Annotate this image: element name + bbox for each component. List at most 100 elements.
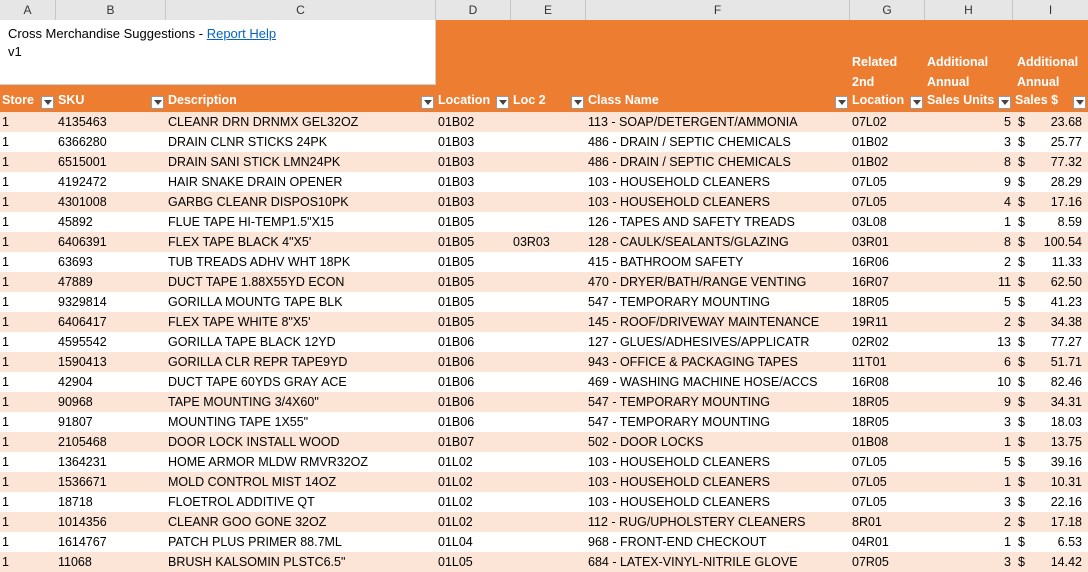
cell-store[interactable]: 1 xyxy=(2,252,54,272)
cell-store[interactable]: 1 xyxy=(2,352,54,372)
table-row[interactable]: 1 1364231 HOME ARMOR MLDW RMVR32OZ 01L02 103… xyxy=(0,452,1088,472)
table-row[interactable]: 1 42904 DUCT TAPE 60YDS GRAY ACE 01B06 469 -… xyxy=(0,372,1088,392)
cell-additional-units[interactable]: 11 xyxy=(925,272,1011,292)
cell-additional-units[interactable]: 1 xyxy=(925,212,1011,232)
cell-store[interactable]: 1 xyxy=(2,432,54,452)
cell-additional-sales[interactable]: 62.50 xyxy=(1030,272,1082,292)
filter-dropdown-icon[interactable] xyxy=(421,96,434,109)
cell-description[interactable]: HOME ARMOR MLDW RMVR32OZ xyxy=(168,452,434,472)
cell-currency-symbol[interactable]: $ xyxy=(1018,192,1030,212)
cell-additional-sales[interactable]: 82.46 xyxy=(1030,372,1082,392)
table-row[interactable]: 1 11068 BRUSH KALSOMIN PLSTC6.5" 01L05 684 -… xyxy=(0,552,1088,572)
cell-loc2[interactable] xyxy=(513,152,584,172)
cell-location[interactable]: 01B06 xyxy=(438,332,509,352)
cell-class-name[interactable]: 103 - HOUSEHOLD CLEANERS xyxy=(588,492,848,512)
cell-additional-units[interactable]: 9 xyxy=(925,392,1011,412)
cell-store[interactable]: 1 xyxy=(2,312,54,332)
cell-currency-symbol[interactable]: $ xyxy=(1018,352,1030,372)
cell-class-name[interactable]: 145 - ROOF/DRIVEWAY MAINTENANCE xyxy=(588,312,848,332)
cell-description[interactable]: TAPE MOUNTING 3/4X60" xyxy=(168,392,434,412)
cell-currency-symbol[interactable]: $ xyxy=(1018,172,1030,192)
cell-additional-units[interactable]: 3 xyxy=(925,412,1011,432)
cell-description[interactable]: FLUE TAPE HI-TEMP1.5"X15 xyxy=(168,212,434,232)
cell-additional-units[interactable]: 5 xyxy=(925,292,1011,312)
cell-store[interactable]: 1 xyxy=(2,372,54,392)
filter-dropdown-icon[interactable] xyxy=(910,96,923,109)
cell-location[interactable]: 01B03 xyxy=(438,132,509,152)
column-letter-b[interactable]: B xyxy=(56,0,166,20)
cell-additional-sales[interactable]: 77.32 xyxy=(1030,152,1082,172)
cell-store[interactable]: 1 xyxy=(2,392,54,412)
cell-additional-sales[interactable]: 34.31 xyxy=(1030,392,1082,412)
cell-class-name[interactable]: 470 - DRYER/BATH/RANGE VENTING xyxy=(588,272,848,292)
cell-related-location[interactable]: 07L05 xyxy=(852,172,923,192)
table-row[interactable]: 1 6406391 FLEX TAPE BLACK 4"X5' 01B05 03R03 1… xyxy=(0,232,1088,252)
column-letter-i[interactable]: I xyxy=(1013,0,1088,20)
cell-loc2[interactable] xyxy=(513,212,584,232)
cell-related-location[interactable]: 07L05 xyxy=(852,492,923,512)
cell-additional-sales[interactable]: 8.59 xyxy=(1030,212,1082,232)
cell-currency-symbol[interactable]: $ xyxy=(1018,552,1030,572)
cell-loc2[interactable] xyxy=(513,492,584,512)
cell-additional-units[interactable]: 9 xyxy=(925,172,1011,192)
column-letter-f[interactable]: F xyxy=(586,0,850,20)
cell-loc2[interactable] xyxy=(513,332,584,352)
cell-class-name[interactable]: 112 - RUG/UPHOLSTERY CLEANERS xyxy=(588,512,848,532)
cell-additional-sales[interactable]: 51.71 xyxy=(1030,352,1082,372)
cell-class-name[interactable]: 128 - CAULK/SEALANTS/GLAZING xyxy=(588,232,848,252)
cell-additional-sales[interactable]: 18.03 xyxy=(1030,412,1082,432)
cell-currency-symbol[interactable]: $ xyxy=(1018,312,1030,332)
cell-location[interactable]: 01B05 xyxy=(438,292,509,312)
table-row[interactable]: 1 18718 FLOETROL ADDITIVE QT 01L02 103 - HOU… xyxy=(0,492,1088,512)
cell-loc2[interactable] xyxy=(513,392,584,412)
cell-sku[interactable]: 6406417 xyxy=(58,312,164,332)
cell-additional-sales[interactable]: 77.27 xyxy=(1030,332,1082,352)
cell-sku[interactable]: 1590413 xyxy=(58,352,164,372)
cell-description[interactable]: CLEANR GOO GONE 32OZ xyxy=(168,512,434,532)
cell-description[interactable]: FLEX TAPE BLACK 4"X5' xyxy=(168,232,434,252)
cell-loc2[interactable] xyxy=(513,192,584,212)
cell-loc2[interactable] xyxy=(513,472,584,492)
cell-sku[interactable]: 4595542 xyxy=(58,332,164,352)
cell-class-name[interactable]: 469 - WASHING MACHINE HOSE/ACCS xyxy=(588,372,848,392)
cell-class-name[interactable]: 415 - BATHROOM SAFETY xyxy=(588,252,848,272)
cell-loc2[interactable] xyxy=(513,512,584,532)
column-letter-e[interactable]: E xyxy=(511,0,586,20)
cell-location[interactable]: 01L04 xyxy=(438,532,509,552)
column-letter-h[interactable]: H xyxy=(925,0,1013,20)
cell-additional-units[interactable]: 10 xyxy=(925,372,1011,392)
cell-sku[interactable]: 6515001 xyxy=(58,152,164,172)
cell-additional-sales[interactable]: 100.54 xyxy=(1030,232,1082,252)
cell-sku[interactable]: 1536671 xyxy=(58,472,164,492)
cell-sku[interactable]: 47889 xyxy=(58,272,164,292)
cell-description[interactable]: FLOETROL ADDITIVE QT xyxy=(168,492,434,512)
cell-store[interactable]: 1 xyxy=(2,452,54,472)
cell-class-name[interactable]: 502 - DOOR LOCKS xyxy=(588,432,848,452)
cell-additional-sales[interactable]: 22.16 xyxy=(1030,492,1082,512)
cell-store[interactable]: 1 xyxy=(2,492,54,512)
cell-location[interactable]: 01B06 xyxy=(438,372,509,392)
cell-additional-units[interactable]: 1 xyxy=(925,432,1011,452)
table-row[interactable]: 1 6366280 DRAIN CLNR STICKS 24PK 01B03 486 -… xyxy=(0,132,1088,152)
report-help-link[interactable]: Report Help xyxy=(207,26,276,41)
cell-description[interactable]: BRUSH KALSOMIN PLSTC6.5" xyxy=(168,552,434,572)
cell-additional-units[interactable]: 13 xyxy=(925,332,1011,352)
cell-loc2[interactable]: 03R03 xyxy=(513,232,584,252)
cell-sku[interactable]: 6366280 xyxy=(58,132,164,152)
table-row[interactable]: 1 1014356 CLEANR GOO GONE 32OZ 01L02 112 - R… xyxy=(0,512,1088,532)
cell-related-location[interactable]: 19R11 xyxy=(852,312,923,332)
column-letter-c[interactable]: C xyxy=(166,0,436,20)
cell-additional-units[interactable]: 8 xyxy=(925,152,1011,172)
cell-currency-symbol[interactable]: $ xyxy=(1018,452,1030,472)
cell-currency-symbol[interactable]: $ xyxy=(1018,292,1030,312)
cell-loc2[interactable] xyxy=(513,172,584,192)
cell-location[interactable]: 01L02 xyxy=(438,512,509,532)
cell-description[interactable]: DUCT TAPE 1.88X55YD ECON xyxy=(168,272,434,292)
cell-location[interactable]: 01L05 xyxy=(438,552,509,572)
cell-sku[interactable]: 91807 xyxy=(58,412,164,432)
cell-additional-units[interactable]: 6 xyxy=(925,352,1011,372)
cell-related-location[interactable]: 11T01 xyxy=(852,352,923,372)
cell-store[interactable]: 1 xyxy=(2,172,54,192)
cell-location[interactable]: 01B05 xyxy=(438,272,509,292)
cell-additional-sales[interactable]: 34.38 xyxy=(1030,312,1082,332)
